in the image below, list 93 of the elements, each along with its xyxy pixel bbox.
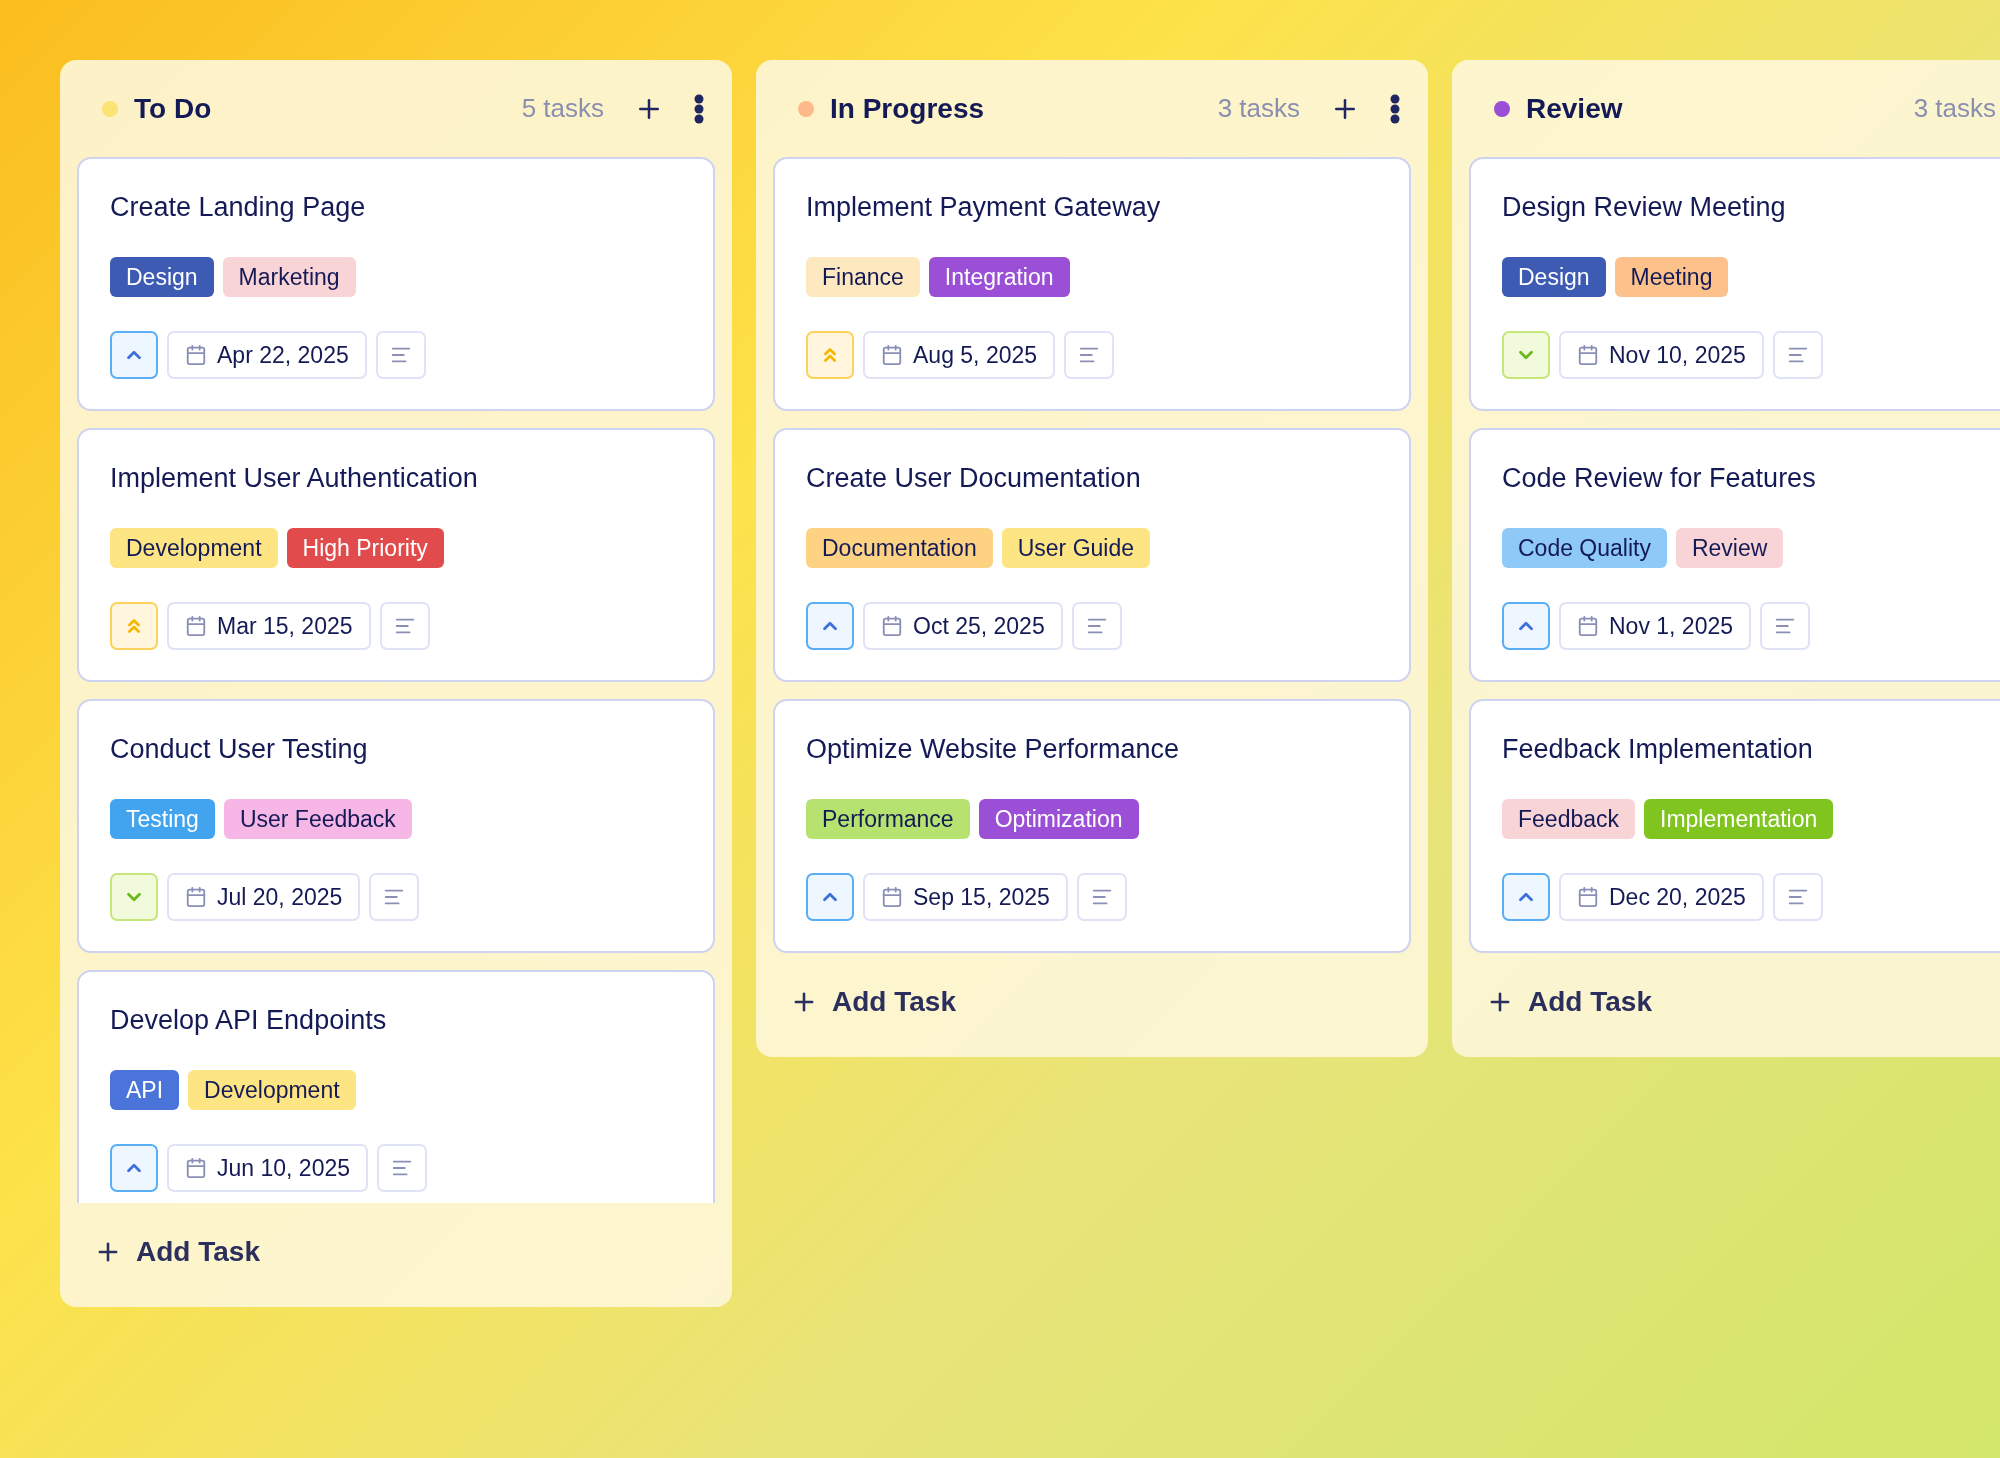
task-card[interactable]: Code Review for Features Code Quality Review Nov 1, 2025 [1469,428,2000,682]
due-date-button[interactable]: Sep 15, 2025 [863,873,1068,921]
task-card[interactable]: Design Review Meeting Design Meeting Nov 10, 2025 [1469,157,2000,411]
tag: Finance [806,257,920,297]
tag: Documentation [806,528,993,568]
priority-button[interactable] [806,331,854,379]
description-button[interactable] [377,1144,427,1192]
task-count: 3 tasks [1913,92,1996,125]
task-title: Design Review Meeting [1502,191,1787,224]
priority-button[interactable] [110,602,158,650]
priority-button[interactable] [1502,602,1550,650]
priority-button[interactable] [110,1144,158,1192]
task-count: 5 tasks [521,92,604,125]
calendar-icon [1577,344,1599,366]
tag: Meeting [1614,257,1729,297]
task-title: Code Review for Features [1502,462,1817,495]
due-date-button[interactable]: Oct 25, 2025 [863,602,1063,650]
task-count: 3 tasks [1217,92,1300,125]
menu-button[interactable] [1390,93,1400,124]
task-title: Create Landing Page [110,191,367,224]
task-title: Develop API Endpoints [110,1004,388,1037]
task-card[interactable]: Implement User Authentication Development High Priority Mar 15, 2025 [77,428,715,682]
calendar-icon [881,886,903,908]
due-date-button[interactable]: Aug 5, 2025 [863,331,1056,379]
priority-button[interactable] [110,331,158,379]
task-title: Implement Payment Gateway [806,191,1162,224]
tag: Optimization [978,799,1139,839]
tag: User Feedback [223,799,412,839]
description-button[interactable] [375,331,426,379]
calendar-icon [185,886,207,908]
description-button[interactable] [379,602,430,650]
add-task-button[interactable]: Add Task [790,981,956,1023]
tag: Review [1675,528,1784,568]
task-card[interactable]: Conduct User Testing Testing User Feedback Jul 20, 2025 [77,699,715,953]
tag: Development [110,528,278,568]
due-date-button[interactable]: Dec 20, 2025 [1559,873,1764,921]
tag: User Guide [1001,528,1151,568]
task-card[interactable]: Create User Documentation Documentation User Guide Oct 25, 2025 [773,428,1411,682]
due-date-button[interactable]: Nov 1, 2025 [1559,602,1752,650]
priority-button[interactable] [806,873,854,921]
task-title: Create User Documentation [806,462,1142,495]
task-card[interactable]: Create Landing Page Design Marketing Apr 22, 2025 [77,157,715,411]
due-date-button[interactable]: Mar 15, 2025 [167,602,371,650]
priority-button[interactable] [1502,873,1550,921]
due-date-button[interactable]: Jul 20, 2025 [167,873,361,921]
task-card[interactable]: Implement Payment Gateway Finance Integration Aug 5, 2025 [773,157,1411,411]
priority-button[interactable] [806,602,854,650]
task-title: Implement User Authentication [110,462,479,495]
calendar-icon [185,1157,207,1179]
description-button[interactable] [369,873,420,921]
description-button[interactable] [1064,331,1115,379]
menu-button[interactable] [694,93,704,124]
tag: Performance [806,799,970,839]
column-title: In Progress [830,91,985,126]
calendar-icon [1577,615,1599,637]
tag: Marketing [222,257,356,297]
description-button[interactable] [1772,331,1823,379]
task-title: Optimize Website Performance [806,733,1181,766]
description-button[interactable] [1760,602,1811,650]
calendar-icon [881,615,903,637]
add-task-button[interactable]: Add Task [94,1231,260,1273]
task-card[interactable]: Optimize Website Performance Performance Optimization Sep 15, 2025 [773,699,1411,953]
due-date-button[interactable]: Nov 10, 2025 [1559,331,1764,379]
add-task-button[interactable]: Add Task [1486,981,1652,1023]
tag: Testing [110,799,215,839]
tag: Feedback [1502,799,1635,839]
tag: Design [1502,257,1606,297]
tag: Development [188,1070,356,1110]
description-button[interactable] [1076,873,1127,921]
more-icon [694,93,704,124]
tag: API [110,1070,180,1110]
priority-button[interactable] [1502,331,1550,379]
priority-button[interactable] [110,873,158,921]
calendar-icon [185,344,207,366]
tag: Design [110,257,214,297]
task-title: Feedback Implementation [1502,733,1814,766]
task-card[interactable]: Feedback Implementation Feedback Implementation Dec 20, 2025 [1469,699,2000,953]
tag: Implementation [1644,799,1834,839]
due-date-button[interactable]: Jun 10, 2025 [167,1144,368,1192]
task-title: Conduct User Testing [110,733,369,766]
more-icon [1390,93,1400,124]
description-button[interactable] [1772,873,1823,921]
column-title: To Do [134,91,212,126]
column-title: Review [1526,91,1623,126]
calendar-icon [185,615,207,637]
due-date-button[interactable]: Apr 22, 2025 [167,331,367,379]
description-button[interactable] [1071,602,1122,650]
calendar-icon [881,344,903,366]
tag: Code Quality [1502,528,1667,568]
tag: Integration [928,257,1070,297]
task-card[interactable]: Develop API Endpoints API Development Jun 10, 2025 [77,970,715,1203]
calendar-icon [1577,886,1599,908]
tag: High Priority [286,528,444,568]
